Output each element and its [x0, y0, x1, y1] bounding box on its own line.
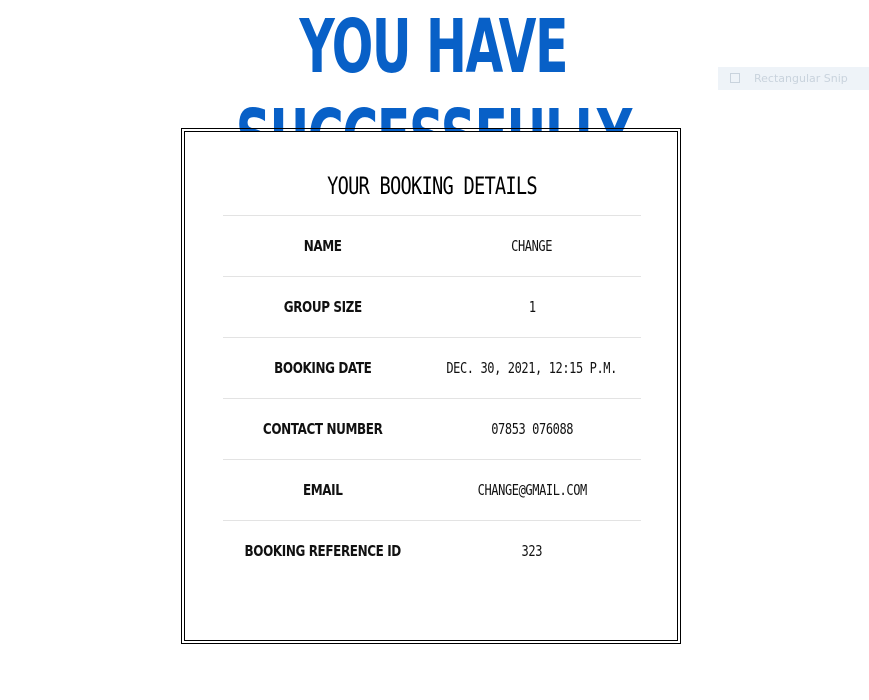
row-label: Contact Number [223, 398, 423, 460]
table-row-name: Name change [223, 215, 641, 277]
table-row-group-size: Group Size 1 [223, 276, 641, 338]
table-row-email: Email change@gmail.com [223, 459, 641, 521]
row-value: change [423, 215, 641, 277]
booking-details-table: Name change Group Size 1 Booking Date De… [223, 215, 641, 581]
table-row-contact-number: Contact Number 07853 076088 [223, 398, 641, 460]
row-label: Name [223, 215, 423, 277]
booking-details-title: Your Booking Details [327, 172, 538, 200]
row-label: Group Size [223, 276, 423, 338]
snip-icon [730, 73, 740, 83]
row-value: 07853 076088 [423, 398, 641, 460]
row-value: change@gmail.com [423, 459, 641, 521]
row-value: 323 [423, 520, 641, 581]
booking-details-card: Your Booking Details Name change Group S… [181, 128, 681, 644]
row-label: Booking Reference ID [223, 520, 423, 581]
row-label: Booking Date [223, 337, 423, 399]
snip-label: Rectangular Snip [754, 72, 848, 85]
row-value: 1 [423, 276, 641, 338]
rectangular-snip-tooltip[interactable]: Rectangular Snip [718, 67, 869, 90]
table-row-booking-date: Booking Date Dec. 30, 2021, 12:15 p.m. [223, 337, 641, 399]
row-label: Email [223, 459, 423, 521]
row-value: Dec. 30, 2021, 12:15 p.m. [423, 337, 641, 399]
table-row-booking-reference-id: Booking Reference ID 323 [223, 520, 641, 581]
